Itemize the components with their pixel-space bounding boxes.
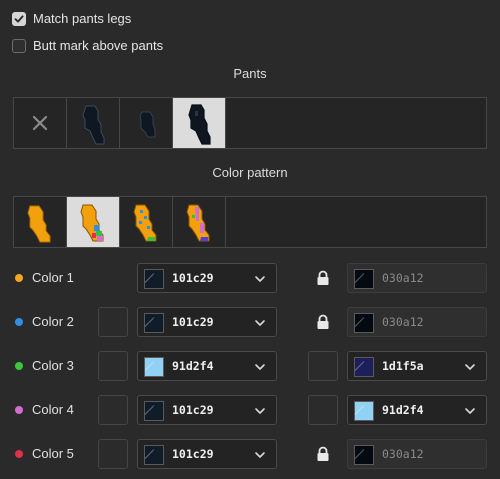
color-swatch xyxy=(354,313,374,333)
pants-shape-icon xyxy=(139,111,156,138)
color-link-toggle[interactable] xyxy=(98,439,128,469)
color-label: Color 1 xyxy=(32,270,74,285)
color-swatch xyxy=(144,357,164,377)
pattern-shape-icon xyxy=(186,204,210,242)
pants-tile-none[interactable] xyxy=(14,98,67,148)
lock-icon[interactable] xyxy=(308,307,338,337)
secondary-color-hex-value: 030a12 xyxy=(382,315,424,329)
butt-mark-above-pants-checkbox[interactable]: Butt mark above pants xyxy=(12,38,163,53)
color-link-toggle[interactable] xyxy=(308,351,338,381)
color-swatch xyxy=(354,445,374,465)
secondary-color-picker: 030a12 xyxy=(347,263,487,293)
color-swatch xyxy=(144,313,164,333)
color-link-toggle[interactable] xyxy=(98,307,128,337)
checkbox-unchecked-icon[interactable] xyxy=(12,38,26,53)
chevron-down-icon xyxy=(254,405,266,420)
secondary-color-hex-value: 030a12 xyxy=(382,271,424,285)
color-picker[interactable]: 91d2f4 xyxy=(137,351,277,381)
color-dot-icon xyxy=(15,450,23,458)
pattern-tile-2[interactable] xyxy=(67,197,120,247)
color-pattern-tile-strip xyxy=(13,196,487,248)
chevron-down-icon xyxy=(254,273,266,288)
pants-title: Pants xyxy=(233,66,267,81)
chevron-down-icon xyxy=(254,317,266,332)
color-pattern-title: Color pattern xyxy=(212,165,288,180)
match-pants-legs-label: Match pants legs xyxy=(33,11,132,26)
color-swatch xyxy=(144,445,164,465)
pattern-tile-4[interactable] xyxy=(173,197,226,247)
color-hex-value: 101c29 xyxy=(172,315,214,329)
color-link-toggle[interactable] xyxy=(98,351,128,381)
color-dot-icon xyxy=(15,362,23,370)
color-hex-value: 101c29 xyxy=(172,271,214,285)
color-row-4: Color 4 101c29 91d2f4 xyxy=(0,394,500,426)
color-swatch xyxy=(144,401,164,421)
color-swatch xyxy=(354,401,374,421)
secondary-color-picker[interactable]: 91d2f4 xyxy=(347,395,487,425)
match-pants-legs-checkbox[interactable]: Match pants legs xyxy=(12,11,131,26)
color-row-5: Color 5 101c29 030a12 xyxy=(0,438,500,470)
lock-icon[interactable] xyxy=(308,263,338,293)
pattern-shape-icon xyxy=(133,204,157,242)
pattern-tile-1[interactable] xyxy=(14,197,67,247)
color-picker[interactable]: 101c29 xyxy=(137,395,277,425)
color-swatch xyxy=(144,269,164,289)
color-hex-value: 101c29 xyxy=(172,403,214,417)
color-row-2: Color 2 101c29 030a12 xyxy=(0,306,500,338)
color-dot-icon xyxy=(15,318,23,326)
secondary-color-hex-value: 91d2f4 xyxy=(382,403,424,417)
color-label: Color 5 xyxy=(32,446,74,461)
secondary-color-hex-value: 1d1f5a xyxy=(382,359,424,373)
color-link-toggle[interactable] xyxy=(308,395,338,425)
secondary-color-picker[interactable]: 1d1f5a xyxy=(347,351,487,381)
close-icon xyxy=(32,115,48,131)
color-swatch xyxy=(354,269,374,289)
pattern-shape-icon xyxy=(27,205,51,243)
color-label: Color 3 xyxy=(32,358,74,373)
pants-tile-style-2[interactable] xyxy=(120,98,173,148)
color-hex-value: 101c29 xyxy=(172,447,214,461)
color-row-3: Color 3 91d2f4 1d1f5a xyxy=(0,350,500,382)
butt-mark-above-pants-label: Butt mark above pants xyxy=(33,38,164,53)
secondary-color-hex-value: 030a12 xyxy=(382,447,424,461)
pattern-tile-3[interactable] xyxy=(120,197,173,247)
pants-tile-style-1[interactable] xyxy=(67,98,120,148)
pants-shape-icon xyxy=(188,104,211,145)
color-row-1: Color 1 101c29 030a12 xyxy=(0,262,500,294)
color-dot-icon xyxy=(15,274,23,282)
color-label: Color 4 xyxy=(32,402,74,417)
secondary-color-picker: 030a12 xyxy=(347,439,487,469)
pants-tile-strip xyxy=(13,97,487,149)
secondary-color-picker: 030a12 xyxy=(347,307,487,337)
color-hex-value: 91d2f4 xyxy=(172,359,214,373)
color-picker[interactable]: 101c29 xyxy=(137,307,277,337)
color-link-toggle[interactable] xyxy=(98,395,128,425)
color-picker[interactable]: 101c29 xyxy=(137,439,277,469)
color-picker[interactable]: 101c29 xyxy=(137,263,277,293)
chevron-down-icon xyxy=(464,361,476,376)
color-dot-icon xyxy=(15,406,23,414)
checkbox-checked-icon[interactable] xyxy=(12,11,26,26)
lock-icon[interactable] xyxy=(308,439,338,469)
pants-shape-icon xyxy=(82,105,105,145)
color-label: Color 2 xyxy=(32,314,74,329)
color-swatch xyxy=(354,357,374,377)
chevron-down-icon xyxy=(254,361,266,376)
pattern-shape-icon xyxy=(80,204,104,242)
chevron-down-icon xyxy=(254,449,266,464)
chevron-down-icon xyxy=(464,405,476,420)
pants-tile-style-3[interactable] xyxy=(173,98,226,148)
